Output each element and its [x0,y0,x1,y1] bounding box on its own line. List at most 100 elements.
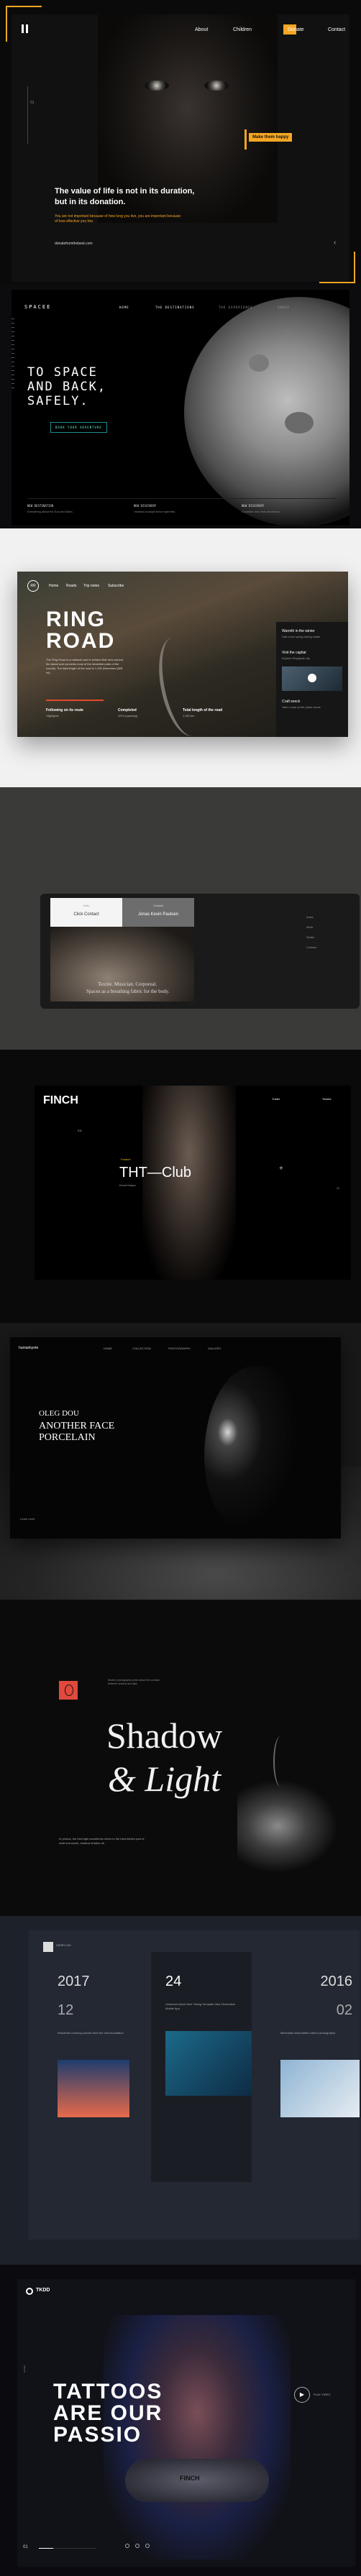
space-title-2: AND BACK, [27,380,107,394]
instagram-icon[interactable] [145,2544,150,2548]
side-number: 01 [30,101,35,105]
nav-tickets[interactable]: Tickets [322,1097,332,1101]
col-head-3: Total length of the road [183,708,223,712]
side-menu-contact[interactable]: Contact [306,945,316,949]
nav-children[interactable]: Children [233,27,252,32]
side-number: 02 [337,1186,340,1190]
textile-section: Hello Click Contact Contact Jonas Kevin … [0,787,361,1050]
chevron-left-icon[interactable]: ‹ [334,239,336,247]
footer-text-2[interactable]: Vivamus suscipit tortor eget felis [134,510,175,513]
side-menu-index[interactable]: Index [306,915,314,919]
smoke-wisp [273,1736,288,1787]
tattoo-title-3: PASSIO [53,2423,142,2447]
col-thumb-1 [58,2060,129,2117]
col-text-1: Highlights [46,714,59,718]
counter: 01 [23,2545,28,2549]
nav-about[interactable]: About [195,27,208,32]
lang-switch[interactable]: EN [78,1129,82,1132]
ring-title-2: ROAD [46,629,116,653]
social-icons [125,2544,175,2549]
col-text-2: 1974 (opening) [118,714,137,718]
side-panel: Warmth in the winter Visit a hot spring … [276,622,348,737]
headline-line1: The value of life is not in its duration… [55,187,195,196]
donation-frame: About Children Donate Contact 01 Make th… [12,14,349,282]
shadow-title: Shadow [106,1715,223,1756]
col-thumb-3 [280,2060,360,2117]
col-title: Minimalist minimalistic interior photogr… [280,2031,336,2035]
textile-frame: Hello Click Contact Contact Jonas Kevin … [40,894,360,1009]
footer-divider [27,498,337,499]
play-button[interactable]: ▶ [294,2387,310,2403]
grid-col-1[interactable]: 2017 12 Wonderful morning sunrise from t… [58,1974,129,2175]
side-item-1-head[interactable]: Warmth in the winter [282,629,315,633]
side-scroll-indicator [27,86,28,144]
card-label-1: Hello [83,904,90,907]
finch-frame: FINCH Trailer Tickets EN Feature THT—Clu… [35,1086,351,1280]
site-link[interactable]: donatefromthebest.com [55,242,93,246]
grid-col-2[interactable]: 24 Universal Quick Note Taking Template … [165,1974,252,2175]
nav-subscribe[interactable]: Subscribe [108,584,124,588]
nav-experience[interactable]: THE EXPERIENCE [219,306,253,309]
artist-name: OLEG DOU [39,1409,79,1418]
menu-icon[interactable] [22,24,29,33]
card-label-2: Contact [153,904,163,907]
nav-collection[interactable]: COLLECTION [132,1347,151,1350]
twitter-icon[interactable] [135,2544,140,2548]
space-frame: SPACEE HOME THE DESTINATIONS THE EXPERIE… [12,290,349,526]
side-item-2-head[interactable]: Visit the capital [282,651,306,655]
facebook-icon[interactable] [125,2544,129,2548]
nav-donate[interactable]: Donate [288,27,304,32]
space-brand[interactable]: SPACEE [24,304,51,310]
play-label[interactable]: PLAY VIDEO [314,2393,330,2396]
learn-more-button[interactable]: Learn more [20,1517,35,1521]
road-curve [151,633,214,737]
badge-button[interactable]: Make them happy [249,133,293,142]
porcelain-brand[interactable]: humankyote [19,1346,38,1350]
nav-home[interactable]: HOME [119,306,129,309]
nav-about[interactable]: ABOUT [278,306,290,309]
grid-col-3[interactable]: 2016 02 Minimalist minimalistic interior… [280,1974,360,2175]
nav-gallery[interactable]: GALLERY [208,1347,221,1350]
card-contact[interactable]: Hello Click Contact [50,898,122,927]
tattoo-title-2: ARE OUR [53,2401,163,2425]
hands-image [237,1779,338,1873]
rr-logo[interactable]: RR [27,580,39,592]
finch-brand[interactable]: FINCH [43,1094,78,1107]
moon-image [184,297,349,526]
tattoo-frame: FINCH TKDD TATTOOS ARE OUR PASSIO ▶ PLAY… [17,2279,355,2567]
nav-trailer[interactable]: Trailer [272,1097,280,1101]
nav-trip-notes[interactable]: Trip notes [83,584,99,588]
nav-home[interactable]: Home [49,584,58,588]
tagline-2: Spaces as a breathing fabric for the bod… [86,989,170,994]
nav-photography[interactable]: PHOTOGRAPHY [168,1347,191,1350]
book-button[interactable]: BOOK YOUR ADVENTURE [50,422,107,433]
nav-contact[interactable]: Contact [328,27,345,32]
donation-section: About Children Donate Contact 01 Make th… [0,0,361,295]
nav-roads[interactable]: Roads [66,584,76,588]
accent-corner-tl-h [6,6,42,7]
finch-title: THT—Club [119,1165,192,1181]
webflow-logo[interactable] [43,1942,53,1952]
webflow-section: WEBFLOW 2017 12 Wonderful morning sunris… [0,1916,361,2265]
caption-text: Modern photography series about the cont… [108,1679,160,1685]
col-head-1: Following on its route [46,708,83,712]
tattoo-brand[interactable]: TKDD [36,2288,50,2293]
side-item-3-head[interactable]: Craft wreck [282,700,300,704]
col-number: 12 [58,2002,74,2018]
ring-road-section: RR Home Roads Trip notes Subscribe RING … [0,528,361,787]
side-menu-studio[interactable]: Studio [306,935,314,939]
nav-home[interactable]: HOME [104,1347,112,1350]
feature-label: Feature [121,1158,131,1161]
footer-text-3[interactable]: Curabitur arcu erat accumsan [242,510,280,513]
side-menu-label[interactable]: Menu [23,2365,27,2373]
tattoo-title-1: TATTOOS [53,2380,163,2403]
card-person[interactable]: Contact Jonas Kevin Paulsen [122,898,194,927]
plus-icon[interactable]: + [279,1165,283,1173]
porcelain-title-1: ANOTHER FACE [39,1421,115,1431]
side-menu-work[interactable]: Work [306,925,313,929]
nav-destinations[interactable]: THE DESTINATIONS [155,306,195,309]
tattoo-logo-icon[interactable] [26,2288,33,2295]
play-icon[interactable] [308,674,316,682]
footer-text-1[interactable]: Everything about the Sun and Mars [27,510,73,513]
col-text-3: 1,332 km [183,714,195,718]
